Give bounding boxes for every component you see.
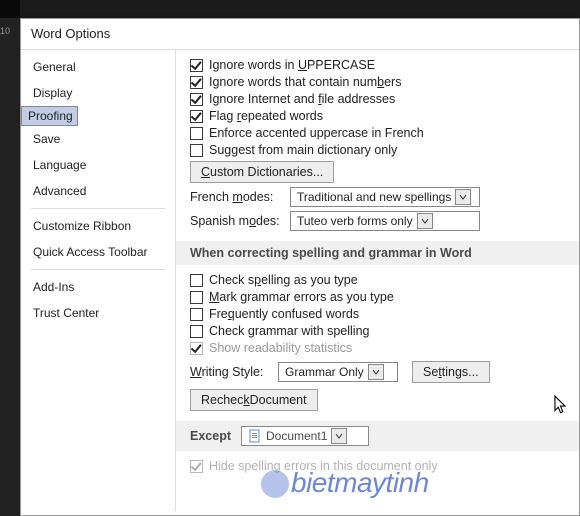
sidebar-item-qat[interactable]: Quick Access Toolbar (21, 239, 175, 265)
sidebar-item-customize-ribbon[interactable]: Customize Ribbon (21, 213, 175, 239)
french-modes-select[interactable]: Traditional and new spellings (290, 187, 480, 207)
checkbox-main-dict[interactable] (190, 144, 203, 157)
document-icon (248, 429, 262, 443)
section-grammar-heading: When correcting spelling and grammar in … (176, 241, 579, 265)
spanish-modes-select[interactable]: Tuteo verb forms only (290, 211, 480, 231)
checkbox-confused[interactable] (190, 308, 203, 321)
lbl-ignore-numbers: Ignore words that contain numbers (209, 75, 401, 89)
spanish-modes-label: Spanish modes: (190, 214, 290, 228)
lbl-ignore-internet: Ignore Internet and file addresses (209, 92, 395, 106)
custom-dictionaries-button[interactable]: Custom Dictionaries... (190, 161, 334, 183)
checkbox-flag-repeated[interactable] (190, 110, 203, 123)
checkbox-hide-spelling[interactable] (190, 460, 203, 473)
lbl-spell-as-type: Check spelling as you type (209, 273, 358, 287)
ruler-margin: 10 (0, 18, 20, 516)
chevron-down-icon (368, 364, 384, 380)
writing-style-select[interactable]: Grammar Only (278, 362, 398, 382)
lbl-accented: Enforce accented uppercase in French (209, 126, 424, 140)
dialog-title: Word Options (21, 19, 579, 49)
exceptions-doc-select[interactable]: Document1 (241, 426, 369, 446)
lbl-hide-spelling: Hide spelling errors in this document on… (209, 459, 438, 473)
chevron-down-icon (455, 189, 471, 205)
checkbox-accented[interactable] (190, 127, 203, 140)
lbl-ignore-uppercase: Ignore words in UPPERCASE (209, 58, 375, 72)
checkbox-grammar-spelling[interactable] (190, 325, 203, 338)
lbl-grammar-spelling: Check grammar with spelling (209, 324, 369, 338)
writing-style-label: Writing Style: (190, 365, 278, 379)
sidebar-item-save[interactable]: Save (21, 126, 175, 152)
checkbox-readability (190, 342, 203, 355)
lbl-readability: Show readability statistics (209, 341, 352, 355)
sidebar-item-general[interactable]: General (21, 54, 175, 80)
lbl-main-dict: Suggest from main dictionary only (209, 143, 397, 157)
settings-button[interactable]: Settings... (412, 361, 490, 383)
sidebar-item-language[interactable]: Language (21, 152, 175, 178)
chevron-down-icon (417, 213, 433, 229)
checkbox-grammar-as-type[interactable] (190, 291, 203, 304)
checkbox-ignore-uppercase[interactable] (190, 59, 203, 72)
checkbox-spell-as-type[interactable] (190, 274, 203, 287)
lbl-grammar-as-type: Mark grammar errors as you type (209, 290, 394, 304)
sidebar-item-advanced[interactable]: Advanced (21, 178, 175, 204)
sidebar: General Display Proofing Save Language A… (21, 50, 176, 511)
french-modes-label: French modes: (190, 190, 290, 204)
lbl-confused: Frequently confused words (209, 307, 359, 321)
chevron-down-icon (331, 428, 347, 444)
section-exceptions-heading: Except Document1 (176, 421, 579, 451)
sidebar-item-display[interactable]: Display (21, 80, 175, 106)
checkbox-ignore-numbers[interactable] (190, 76, 203, 89)
sidebar-item-trust[interactable]: Trust Center (21, 300, 175, 326)
recheck-document-button[interactable]: Recheck Document (190, 389, 318, 411)
sidebar-item-proofing[interactable]: Proofing (21, 106, 78, 126)
content-panel: Ignore words in UPPERCASE Ignore words t… (176, 50, 579, 511)
word-options-dialog: Word Options General Display Proofing Sa… (20, 18, 580, 516)
checkbox-ignore-internet[interactable] (190, 93, 203, 106)
lbl-flag-repeated: Flag repeated words (209, 109, 323, 123)
sidebar-item-addins[interactable]: Add-Ins (21, 274, 175, 300)
